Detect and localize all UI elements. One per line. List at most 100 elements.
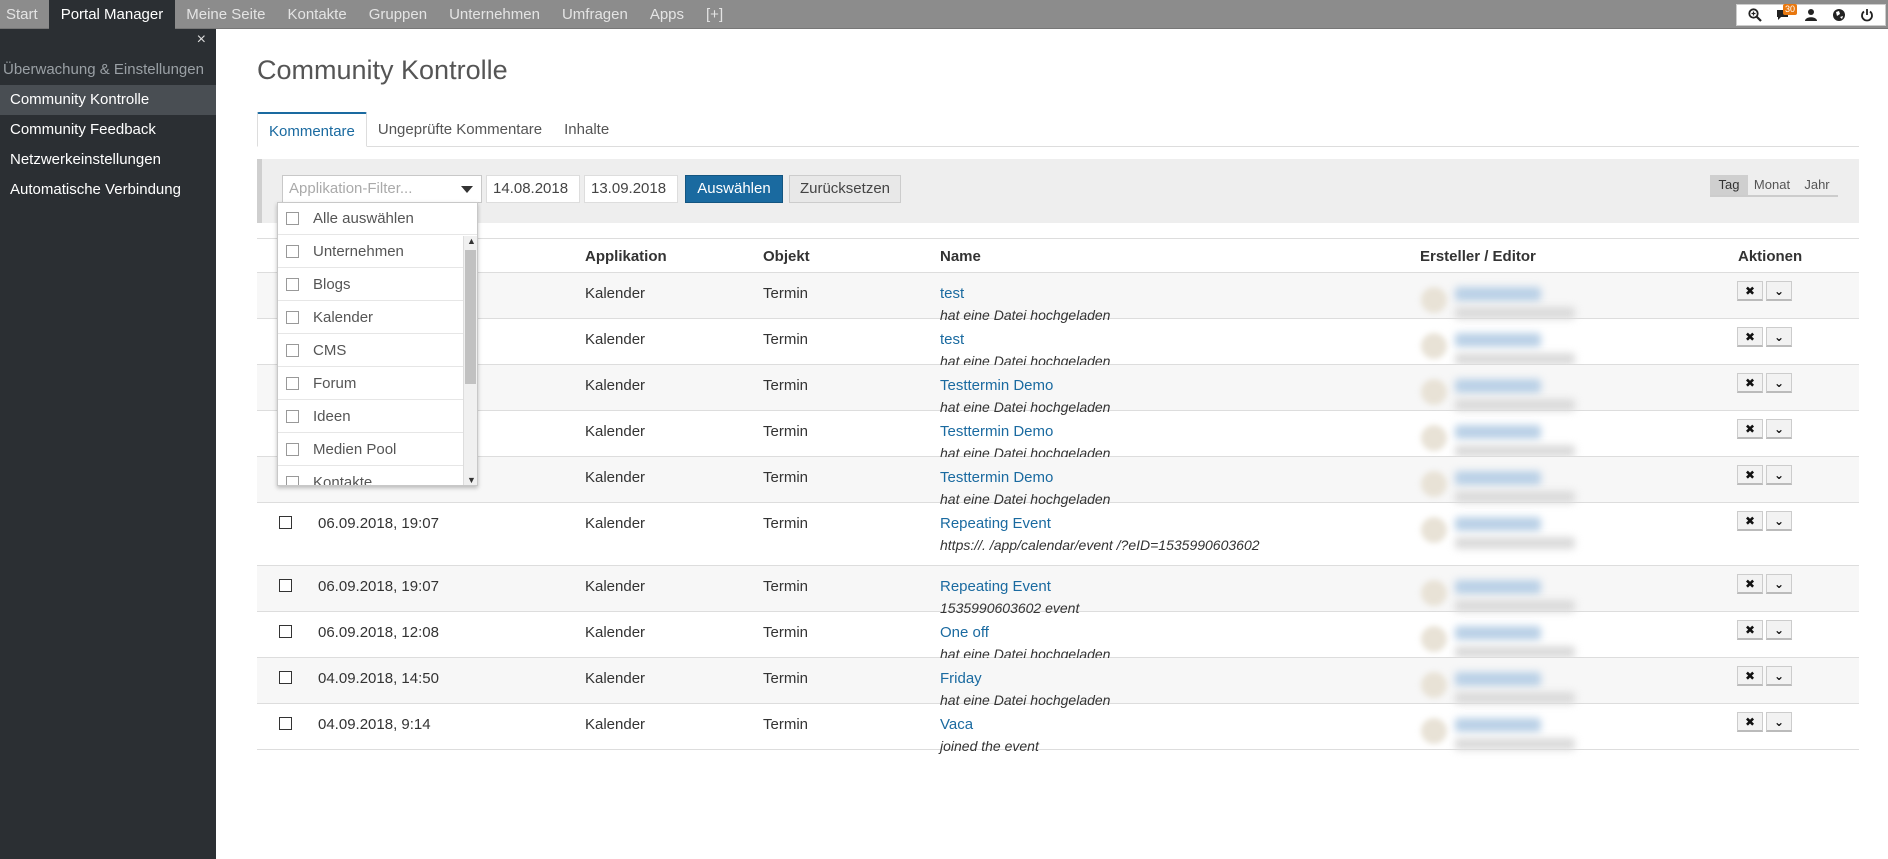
chevron-down-icon[interactable]: ⌄ [1766,666,1792,686]
date-from-input[interactable]: 14.08.2018 [486,175,580,203]
nav-unternehmen[interactable]: Unternehmen [438,0,551,29]
tab-ungepruefte-kommentare[interactable]: Ungeprüfte Kommentare [367,112,553,146]
nav-kontakte[interactable]: Kontakte [276,0,357,29]
row-name-link[interactable]: Vaca [940,716,1380,733]
date-to-input[interactable]: 13.09.2018 [584,175,678,203]
row-name-link[interactable]: Testtermin Demo [940,469,1380,486]
row-app: Kalender [585,716,646,733]
row-app: Kalender [585,624,646,641]
row-name-link[interactable]: One off [940,624,1380,641]
chevron-down-icon[interactable]: ⌄ [1766,465,1792,485]
reset-button[interactable]: Zurücksetzen [789,175,901,203]
nav-start[interactable]: Start [0,0,49,29]
checkbox[interactable] [286,277,299,291]
sidebar-item-community-kontrolle[interactable]: Community Kontrolle [0,85,216,115]
chevron-down-icon[interactable]: ⌄ [1766,327,1792,347]
chevron-down-icon[interactable]: ⌄ [1766,373,1792,393]
globe-icon[interactable] [1825,4,1853,26]
sidebar-item-netzwerkeinstellungen[interactable]: Netzwerkeinstellungen [0,145,216,175]
checkbox[interactable] [286,409,299,423]
dropdown-option[interactable]: Kontakte [278,466,477,485]
select-button[interactable]: Auswählen [685,175,783,203]
sidebar-item-community-feedback[interactable]: Community Feedback [0,115,216,145]
dropdown-option[interactable]: Blogs [278,268,477,301]
row-checkbox[interactable] [279,717,292,730]
chevron-down-icon[interactable]: ⌄ [1766,712,1792,732]
delete-icon[interactable]: ✖ [1737,574,1763,594]
scrollbar-thumb[interactable] [465,250,476,384]
dropdown-option[interactable]: Kalender [278,301,477,334]
dropdown-option[interactable]: Unternehmen [278,235,477,268]
chevron-down-icon[interactable]: ⌄ [1766,281,1792,301]
messages-icon[interactable]: 30 [1769,4,1798,26]
delete-icon[interactable]: ✖ [1737,465,1763,485]
dropdown-option[interactable]: Medien Pool [278,433,477,466]
nav-portal-manager[interactable]: Portal Manager [48,0,176,29]
close-icon[interactable]: × [197,31,206,49]
nav-umfragen[interactable]: Umfragen [551,0,639,29]
row-checkbox[interactable] [279,625,292,638]
dropdown-option[interactable]: Forum [278,367,477,400]
header-creator: Ersteller / Editor [1420,248,1536,265]
search-icon[interactable] [1741,4,1769,26]
row-name-link[interactable]: Friday [940,670,1380,687]
delete-icon[interactable]: ✖ [1737,327,1763,347]
row-name-link[interactable]: Repeating Event [940,578,1380,595]
tab-inhalte[interactable]: Inhalte [553,112,620,146]
delete-icon[interactable]: ✖ [1737,620,1763,640]
row-app: Kalender [585,469,646,486]
checkbox[interactable] [286,310,299,324]
period-day-button[interactable]: Tag [1710,175,1748,197]
nav-meine-seite[interactable]: Meine Seite [175,0,276,29]
row-name-link[interactable]: Testtermin Demo [940,423,1380,440]
creator-meta-blurred [1455,445,1575,457]
tab-kommentare[interactable]: Kommentare [257,112,367,147]
delete-icon[interactable]: ✖ [1737,373,1763,393]
sidebar-section-title: Überwachung & Einstellungen [3,61,204,78]
delete-icon[interactable]: ✖ [1737,666,1763,686]
sidebar-item-automatische-verbindung[interactable]: Automatische Verbindung [0,175,216,205]
row-checkbox[interactable] [279,516,292,529]
delete-icon[interactable]: ✖ [1737,281,1763,301]
row-actions: ✖ ⌄ [1737,712,1792,732]
row-name-link[interactable]: test [940,331,1380,348]
period-month-button[interactable]: Monat [1748,175,1796,197]
chevron-down-icon[interactable]: ⌄ [1766,620,1792,640]
row-object: Termin [763,624,809,641]
row-checkbox[interactable] [279,579,292,592]
row-name-link[interactable]: Testtermin Demo [940,377,1380,394]
dropdown-option[interactable]: Alle auswählen [278,203,477,235]
checkbox[interactable] [286,343,299,357]
delete-icon[interactable]: ✖ [1737,511,1763,531]
row-description: https://. /app/calendar/event /?eID=1535… [940,537,1260,553]
row-name-link[interactable]: Repeating Event [940,515,1380,532]
creator-name-blurred [1455,672,1541,686]
power-icon[interactable] [1853,4,1881,26]
dropdown-option[interactable]: Ideen [278,400,477,433]
user-icon[interactable] [1797,4,1825,26]
nav-gruppen[interactable]: Gruppen [358,0,438,29]
nav-apps[interactable]: Apps [639,0,695,29]
checkbox[interactable] [286,442,299,456]
chevron-down-icon[interactable]: ⌄ [1766,419,1792,439]
row-name-link[interactable]: test [940,285,1380,302]
delete-icon[interactable]: ✖ [1737,712,1763,732]
dropdown-option[interactable]: CMS [278,334,477,367]
app-filter-select[interactable]: Applikation-Filter... [282,175,482,203]
nav-add[interactable]: [+] [695,0,734,29]
checkbox[interactable] [286,475,299,485]
checkbox[interactable] [286,376,299,390]
chevron-down-icon[interactable]: ⌄ [1766,511,1792,531]
checkbox[interactable] [286,244,299,258]
checkbox[interactable] [286,212,299,225]
dropdown-scrollbar[interactable]: ▲ ▼ [463,236,477,485]
chevron-down-icon[interactable]: ⌄ [1766,574,1792,594]
avatar [1421,718,1447,744]
main-nav: Start Portal Manager Meine Seite Kontakt… [0,0,1888,29]
row-checkbox[interactable] [279,671,292,684]
delete-icon[interactable]: ✖ [1737,419,1763,439]
period-year-button[interactable]: Jahr [1796,175,1838,197]
scroll-down-icon[interactable]: ▼ [467,475,476,485]
scroll-up-icon[interactable]: ▲ [467,236,476,246]
creator-meta-blurred [1455,307,1575,319]
